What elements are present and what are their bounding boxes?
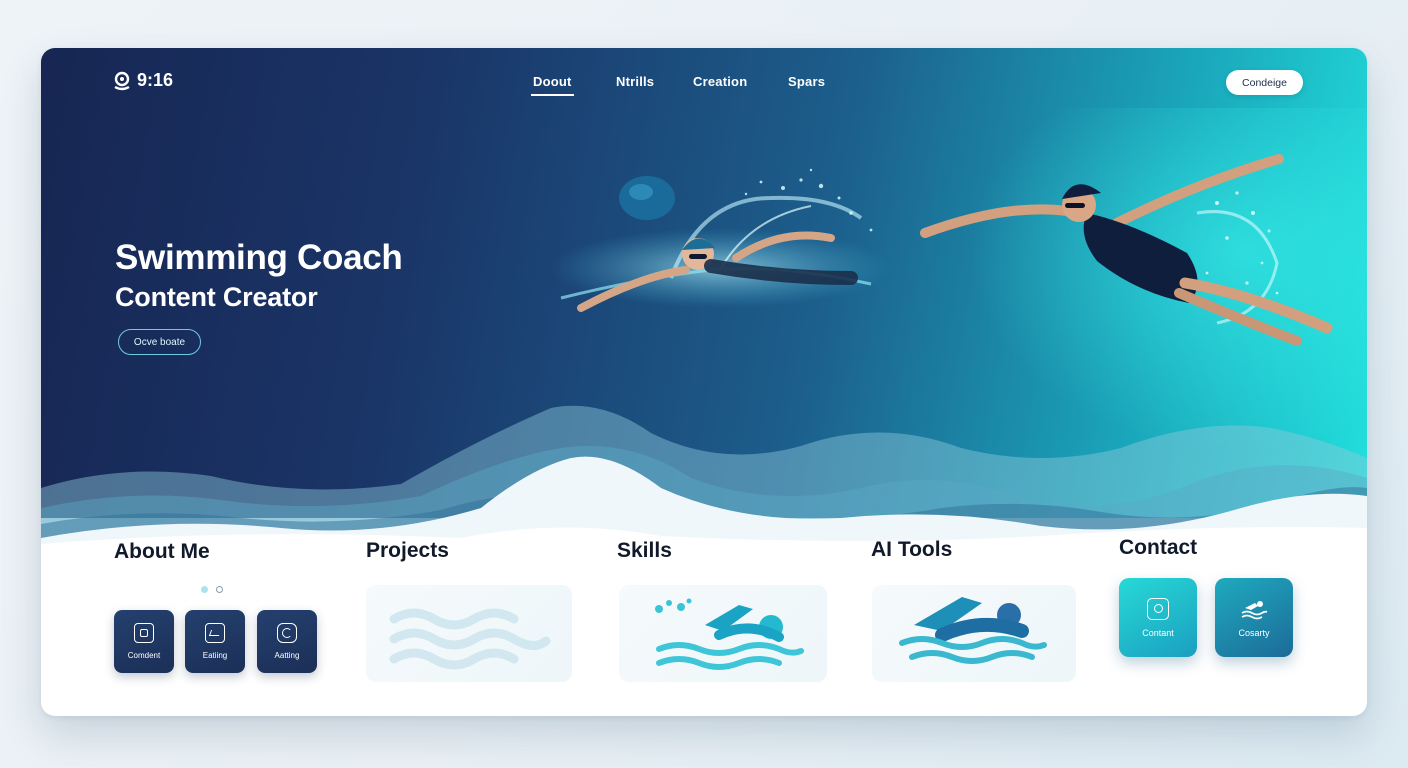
location-pin-icon bbox=[114, 71, 130, 90]
frame-icon bbox=[134, 623, 154, 643]
wave-divider bbox=[41, 405, 1367, 548]
logo[interactable]: 9:16 bbox=[113, 70, 173, 91]
swimmer-illustration bbox=[655, 598, 804, 670]
pager-dot[interactable] bbox=[216, 586, 223, 593]
swimmer-left-illustration bbox=[551, 168, 891, 312]
swimmer-right-illustration bbox=[920, 154, 1333, 346]
ai-tools-title: AI Tools bbox=[871, 538, 953, 561]
skills-preview[interactable] bbox=[619, 585, 827, 682]
hero-subtitle: Content Creator bbox=[115, 282, 318, 312]
projects-title: Projects bbox=[366, 539, 449, 562]
nav-link-creation[interactable]: Creation bbox=[693, 74, 747, 89]
tile-label: Contant bbox=[1142, 627, 1174, 638]
skills-title: Skills bbox=[617, 539, 672, 562]
cta-button[interactable]: Condeige bbox=[1226, 70, 1303, 95]
tile-label: Eatiing bbox=[202, 651, 228, 660]
tile-label: Cosarty bbox=[1238, 627, 1270, 638]
about-title: About Me bbox=[114, 540, 210, 563]
contact-title: Contact bbox=[1119, 536, 1198, 559]
camera-icon bbox=[1147, 597, 1169, 620]
about-tile-comdent[interactable]: Comdent bbox=[114, 610, 174, 673]
pager-dot[interactable] bbox=[201, 586, 208, 593]
projects-preview[interactable] bbox=[366, 585, 572, 682]
time-label: 9:16 bbox=[137, 70, 174, 90]
nav-link-spars[interactable]: Spars bbox=[788, 74, 825, 89]
hero-title: Swimming Coach bbox=[115, 238, 403, 277]
about-tile-eatiing[interactable]: Eatiing bbox=[185, 610, 245, 673]
hero-button[interactable]: Ocve boate bbox=[118, 329, 201, 355]
swimmer-icon bbox=[1241, 600, 1268, 619]
swimmer-illustration bbox=[899, 597, 1047, 664]
about-tile-aatting[interactable]: Aatting bbox=[257, 610, 317, 673]
tile-label: Comdent bbox=[127, 651, 161, 660]
contact-tile-cosarty[interactable]: Cosarty bbox=[1215, 578, 1293, 657]
nav-link-ntrills[interactable]: Ntrills bbox=[616, 74, 654, 89]
top-nav: 9:16 Doout Ntrills Creation Spars Condei… bbox=[41, 48, 1367, 118]
waves-illustration bbox=[389, 608, 551, 670]
refresh-icon bbox=[277, 623, 297, 643]
nav-link-doout[interactable]: Doout bbox=[531, 74, 574, 96]
image-icon bbox=[205, 623, 225, 643]
contact-tile-contant[interactable]: Contant bbox=[1119, 578, 1197, 657]
page-card: 9:16 Doout Ntrills Creation Spars Condei… bbox=[41, 48, 1367, 716]
ai-tools-preview[interactable] bbox=[872, 585, 1076, 682]
pager-dots bbox=[201, 586, 223, 593]
tile-label: Aatting bbox=[274, 651, 300, 660]
